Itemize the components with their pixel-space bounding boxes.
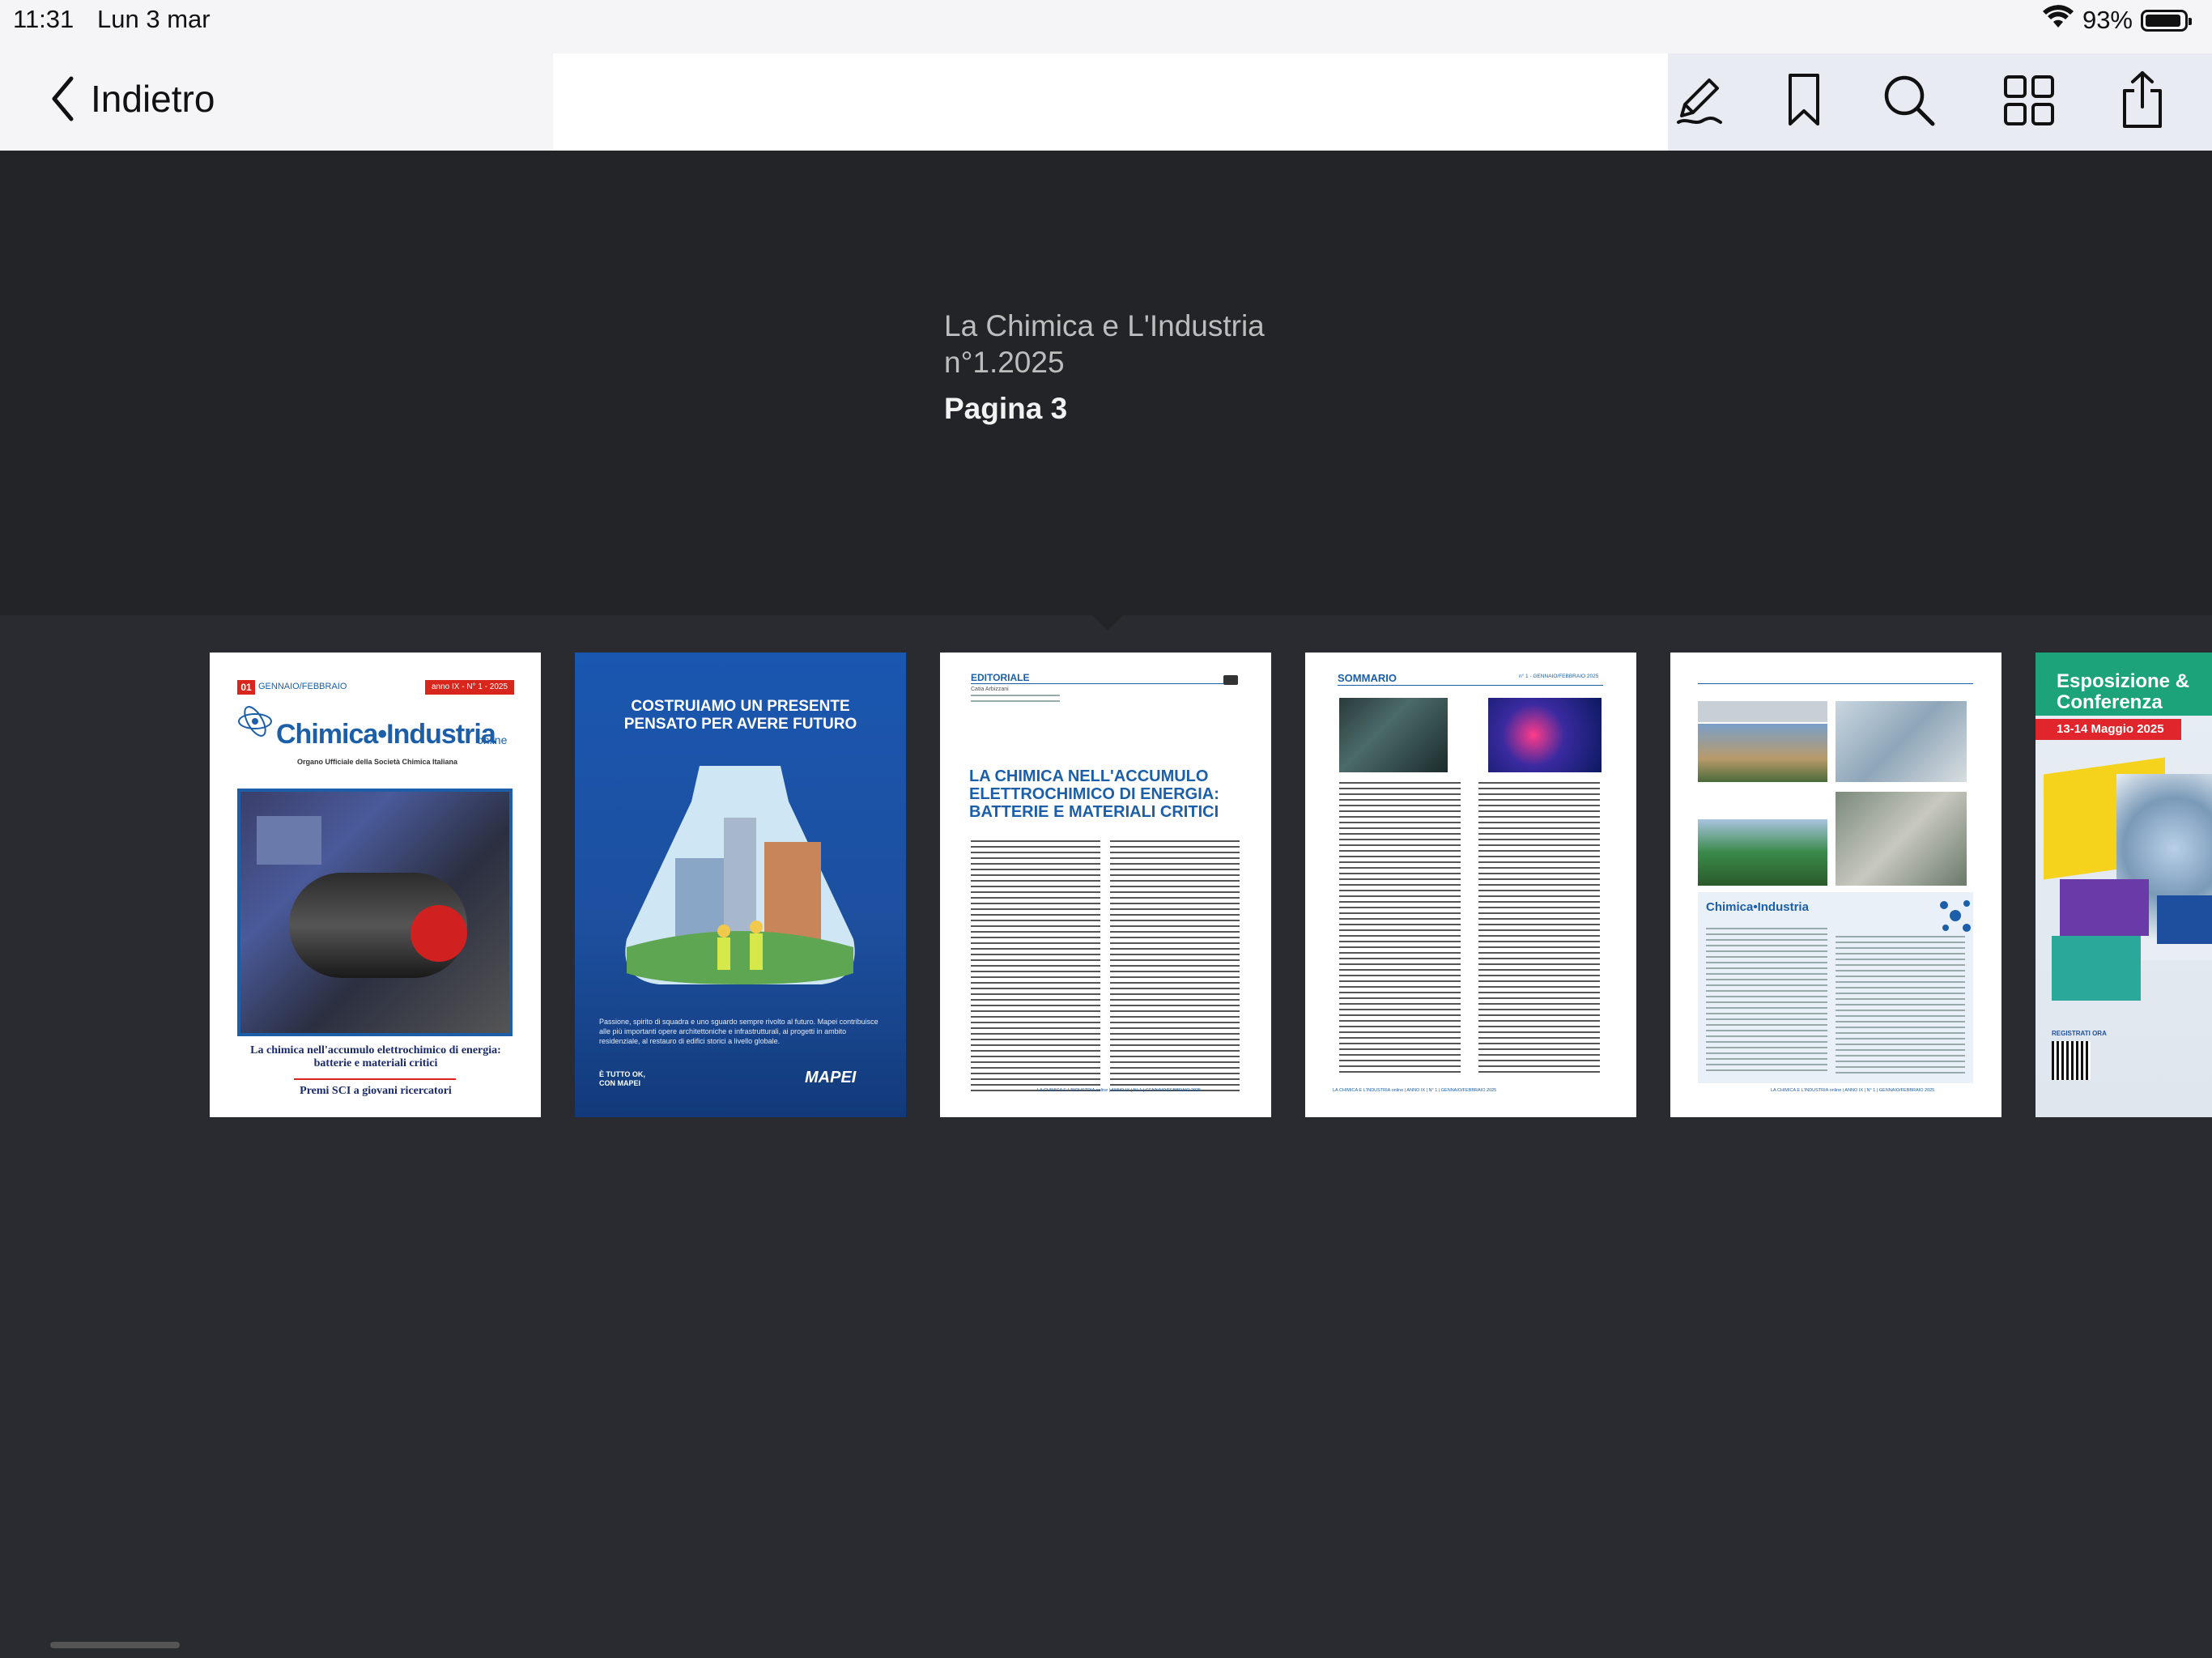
bookmark-icon <box>1789 74 1819 125</box>
editorial-column-2 <box>1110 840 1240 1091</box>
masthead-footer: LA CHIMICA E L'INDUSTRIA online | ANNO I… <box>1771 1088 1935 1093</box>
cover-divider <box>294 1078 456 1080</box>
sommario-photo-2 <box>1488 698 1602 772</box>
expo-title-1: Esposizione & <box>2057 670 2190 692</box>
status-bar: 11:31 Lun 3 mar 93% <box>0 0 2212 53</box>
battery-icon <box>2141 9 2192 32</box>
magazine-tagline: Organo Ufficiale della Società Chimica I… <box>297 758 458 766</box>
chevron-left-icon <box>52 76 74 121</box>
status-date: Lun 3 mar <box>97 5 211 33</box>
ad-body-text: Passione, spirito di squadra e uno sguar… <box>599 1018 878 1045</box>
document-title: La Chimica e L'Industria n°1.2025 <box>944 309 1265 379</box>
masthead-photo-1 <box>1698 724 1827 782</box>
markup-icon <box>1677 79 1722 124</box>
current-page-pointer <box>1091 614 1124 631</box>
editorial-pen-icon <box>1223 675 1238 685</box>
nav-title-area <box>553 53 1668 151</box>
ad-tagline: È TUTTO OK, CON MAPEI <box>599 1070 645 1087</box>
expo-cta[interactable]: REGISTRATI ORA <box>2052 1030 2107 1037</box>
back-label: Indietro <box>91 78 215 120</box>
battery-percent: 93% <box>2082 6 2133 34</box>
mapei-logo: MAPEI <box>805 1069 857 1086</box>
issue-volume: anno IX - N° 1 - 2025 <box>425 680 514 695</box>
sommario-footer: LA CHIMICA E L'INDUSTRIA online | ANNO I… <box>1333 1088 1497 1093</box>
page-thumbnail-1[interactable]: 01 GENNAIO/FEBBRAIO anno IX - N° 1 - 202… <box>210 653 541 1117</box>
magazine-logo-suffix: online <box>477 733 508 746</box>
editorial-section: EDITORIALE <box>971 672 1030 683</box>
expo-title-2: Conferenza <box>2057 691 2163 713</box>
masthead-column-2 <box>1836 936 1965 1073</box>
bookmark-button[interactable] <box>1772 68 1836 133</box>
magazine-logo: Chimica•Industria <box>276 719 496 750</box>
page-thumbnail-3[interactable]: EDITORIALE Catia Arbizzani LA CHIMICA NE… <box>940 653 1271 1117</box>
home-indicator <box>50 1642 180 1648</box>
issue-number: 01 <box>237 680 255 695</box>
masthead-logo: Chimica•Industria <box>1706 900 1809 914</box>
issue-period: GENNAIO/FEBBRAIO <box>258 682 347 691</box>
sommario-issue: n° 1 - GENNAIO/FEBBRAIO 2025 <box>1519 674 1599 679</box>
ad-headline-2: PENSATO PER AVERE FUTURO <box>623 716 857 733</box>
masthead-photo-2 <box>1836 701 1967 782</box>
masthead-column-1 <box>1706 928 1827 1073</box>
status-time: 11:31 <box>13 5 74 33</box>
share-icon <box>2123 71 2162 128</box>
share-button[interactable] <box>2110 68 2175 133</box>
cover-headline: La chimica nell'accumulo elettrochimico … <box>250 1044 501 1069</box>
editorial-author: Catia Arbizzani <box>971 687 1009 692</box>
expo-purple-panel <box>2060 879 2149 936</box>
status-right: 93% <box>2042 5 2192 36</box>
document-info-panel <box>0 151 2212 615</box>
wifi-icon <box>2042 5 2074 36</box>
battery-level <box>2146 14 2180 27</box>
page-thumbnail-2[interactable]: COSTRUIAMO UN PRESENTE PENSATO PER AVERE… <box>575 653 906 1117</box>
atom-logo-icon <box>237 701 272 737</box>
page-thumbnail-4[interactable]: SOMMARIO n° 1 - GENNAIO/FEBBRAIO 2025 LA… <box>1305 653 1636 1117</box>
sommario-column-2 <box>1478 782 1600 1073</box>
expo-dates: 13-14 Maggio 2025 <box>2057 722 2164 736</box>
editorial-rule <box>971 683 1238 684</box>
grid-icon <box>2004 75 2054 125</box>
page-label: Pagina 3 <box>944 392 1068 425</box>
grid-button[interactable] <box>1997 68 2061 133</box>
search-button[interactable] <box>1877 68 1942 133</box>
sommario-photo-1 <box>1339 698 1448 772</box>
editorial-column-1 <box>971 840 1100 1091</box>
qr-code-icon <box>2052 1041 2091 1080</box>
ad-headline-1: COSTRUIAMO UN PRESENTE <box>631 698 850 715</box>
masthead-photo-3 <box>1698 819 1827 886</box>
cover-subheadline: Premi SCI a giovani ricercatori <box>300 1085 452 1097</box>
cover-photo <box>237 789 513 1036</box>
expo-teal-panel <box>2052 936 2141 1001</box>
page-thumbnail-5[interactable]: Chimica•Industria LA CHIMICA E L'INDUSTR… <box>1670 653 2001 1117</box>
sommario-section: SOMMARIO <box>1338 672 1397 684</box>
markup-button[interactable] <box>1666 68 1731 133</box>
masthead-photo-4 <box>1836 792 1967 886</box>
expo-blue-panel <box>2157 895 2212 944</box>
sommario-column-1 <box>1339 782 1461 1073</box>
ad-flask-image <box>619 761 861 988</box>
molecule-icon <box>1938 895 1973 940</box>
page-thumbnail-6[interactable]: Esposizione & Conferenza 13-14 Maggio 20… <box>2035 653 2212 1117</box>
search-icon <box>1884 75 1935 126</box>
back-button[interactable]: Indietro <box>50 66 215 131</box>
editorial-title: LA CHIMICA NELL'ACCUMULO ELETTROCHIMICO … <box>969 767 1219 821</box>
editorial-footer: LA CHIMICA E L'INDUSTRIA online | ANNO I… <box>1037 1088 1202 1093</box>
